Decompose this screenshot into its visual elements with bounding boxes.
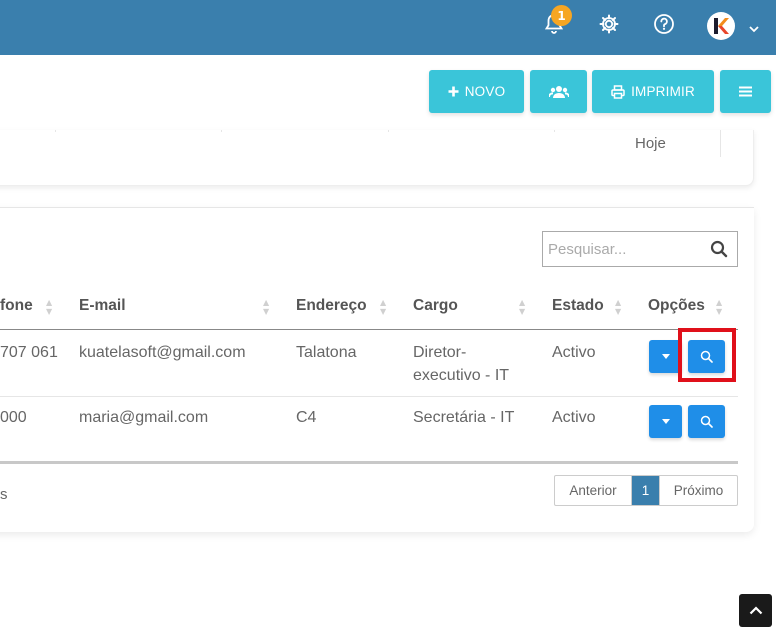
hamburger-menu-icon xyxy=(739,86,752,97)
notification-badge: 1 xyxy=(551,5,572,26)
row-options-dropdown-button[interactable] xyxy=(649,405,682,438)
gear-icon[interactable] xyxy=(597,12,621,36)
cell-email: maria@gmail.com xyxy=(79,409,209,426)
column-divider xyxy=(720,130,721,157)
column-header-address[interactable]: Endereço xyxy=(296,297,367,315)
cell-status: Activo xyxy=(552,344,596,361)
chevron-down-icon[interactable] xyxy=(748,19,760,38)
cell-status: Activo xyxy=(552,409,596,426)
column-divider xyxy=(554,130,555,132)
print-button-label: IMPRIMIR xyxy=(631,84,695,99)
cell-email: kuatelasoft@gmail.com xyxy=(79,344,246,361)
plus-icon xyxy=(448,86,459,97)
cell-role: Diretor- xyxy=(413,344,467,361)
column-divider xyxy=(388,130,389,132)
new-button[interactable]: NOVO xyxy=(429,70,524,113)
table-info-text: s xyxy=(0,486,8,503)
column-header-options[interactable]: Opções xyxy=(648,297,705,315)
search-box[interactable] xyxy=(542,231,738,267)
print-button[interactable]: IMPRIMIR xyxy=(592,70,714,113)
users-icon xyxy=(548,85,569,98)
pagination: Anterior 1 Próximo xyxy=(554,475,738,506)
sort-icon[interactable]: ▲ ▼ xyxy=(46,298,52,316)
printer-icon xyxy=(611,84,625,99)
column-header-phone[interactable]: fone xyxy=(0,297,33,315)
table-footer-border xyxy=(0,461,738,464)
help-icon[interactable] xyxy=(652,12,676,36)
search-input[interactable] xyxy=(543,232,703,266)
sort-icon[interactable]: ▲ ▼ xyxy=(615,298,621,316)
column-header-role[interactable]: Cargo xyxy=(413,297,458,315)
cell-role-continued: executivo - IT xyxy=(413,367,510,384)
row-view-button[interactable] xyxy=(688,340,725,373)
pagination-previous[interactable]: Anterior xyxy=(555,476,632,505)
column-divider xyxy=(55,130,56,132)
chevron-up-icon xyxy=(749,606,762,615)
sort-icon[interactable]: ▲ ▼ xyxy=(519,298,525,316)
menu-button[interactable] xyxy=(720,70,771,113)
sort-icon[interactable]: ▲ ▼ xyxy=(263,298,269,316)
search-icon xyxy=(700,350,713,363)
cell-address: Talatona xyxy=(296,344,357,361)
pagination-next[interactable]: Próximo xyxy=(659,476,737,505)
table-header-border xyxy=(0,329,738,330)
top-navbar: 1 xyxy=(0,0,776,55)
search-icon[interactable] xyxy=(710,240,728,262)
row-options-dropdown-button[interactable] xyxy=(649,340,682,373)
new-button-label: NOVO xyxy=(464,84,506,99)
pagination-page-1[interactable]: 1 xyxy=(632,476,659,505)
row-view-button[interactable] xyxy=(688,405,725,438)
cell-phone: 707 061 xyxy=(0,344,58,361)
sort-icon[interactable]: ▲ ▼ xyxy=(380,298,386,316)
avatar[interactable] xyxy=(707,12,735,40)
column-header-email[interactable]: E-mail xyxy=(79,297,126,315)
search-icon xyxy=(700,415,713,428)
caret-down-icon xyxy=(661,354,670,359)
sort-icon[interactable]: ▲ ▼ xyxy=(716,298,722,316)
caret-down-icon xyxy=(661,419,670,424)
users-button[interactable] xyxy=(530,70,587,113)
scroll-to-top-button[interactable] xyxy=(739,594,772,627)
summary-date-label: Hoje xyxy=(635,135,666,152)
column-header-status[interactable]: Estado xyxy=(552,297,604,315)
cell-phone: 000 xyxy=(0,409,27,426)
cell-address: C4 xyxy=(296,409,317,426)
cell-role: Secretária - IT xyxy=(413,409,515,426)
column-divider xyxy=(221,130,222,132)
table-row-divider xyxy=(0,396,738,397)
